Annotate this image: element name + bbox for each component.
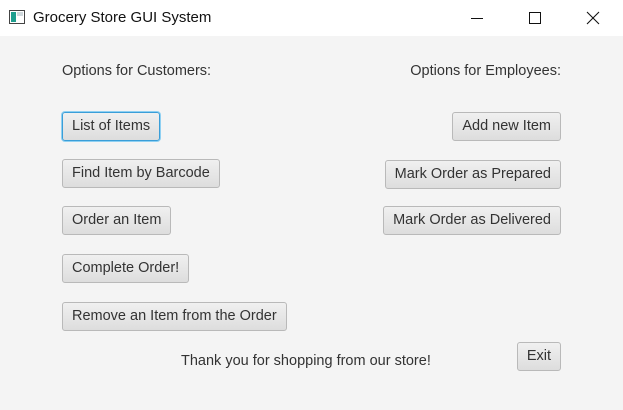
complete-order-button[interactable]: Complete Order! (62, 254, 190, 283)
maximize-icon (529, 12, 541, 24)
app-icon (9, 10, 25, 24)
remove-item-button[interactable]: Remove an Item from the Order (62, 302, 287, 331)
employees-heading: Options for Employees: (410, 63, 561, 79)
close-icon (586, 11, 600, 25)
thank-you-message: Thank you for shopping from our store! (181, 353, 431, 369)
app-window: Grocery Store GUI System Options for Cus… (0, 0, 623, 410)
window-title: Grocery Store GUI System (33, 9, 212, 26)
minimize-button[interactable] (454, 0, 500, 36)
mark-order-delivered-button[interactable]: Mark Order as Delivered (383, 206, 561, 235)
exit-button[interactable]: Exit (516, 342, 561, 371)
close-button[interactable] (570, 0, 616, 36)
add-new-item-button[interactable]: Add new Item (452, 112, 561, 141)
list-items-button[interactable]: List of Items (62, 112, 161, 141)
mark-order-prepared-button[interactable]: Mark Order as Prepared (384, 160, 561, 189)
minimize-icon (471, 18, 483, 19)
maximize-button[interactable] (512, 0, 558, 36)
find-item-by-barcode-button[interactable]: Find Item by Barcode (62, 159, 220, 188)
customers-heading: Options for Customers: (62, 63, 212, 79)
title-bar[interactable]: Grocery Store GUI System (0, 0, 623, 36)
order-item-button[interactable]: Order an Item (62, 206, 172, 235)
